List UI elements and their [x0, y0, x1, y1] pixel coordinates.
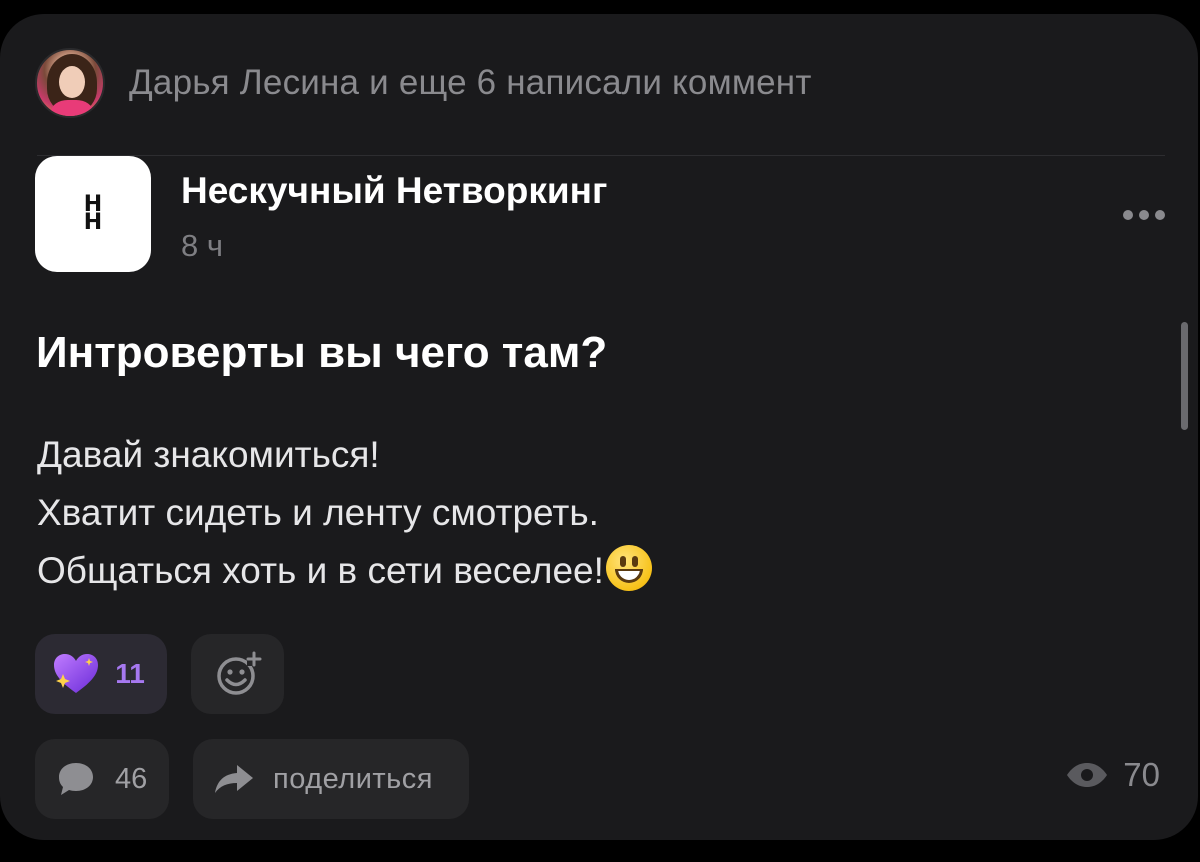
actions-row: 46 поделиться: [35, 739, 469, 819]
comments-button[interactable]: 46: [35, 739, 169, 819]
share-arrow-icon: [215, 765, 253, 793]
add-reaction-icon: [216, 651, 261, 695]
eye-icon: [1067, 763, 1108, 787]
community-logo[interactable]: НН: [35, 156, 151, 272]
post-line: Давай знакомиться!: [37, 434, 380, 475]
author-header: НН Нескучный Нетворкинг 8 ч: [35, 156, 1165, 274]
share-button[interactable]: поделиться: [193, 739, 469, 819]
post-time: 8 ч: [181, 228, 224, 263]
activity-row[interactable]: Дарья Лесина и еще 6 написали коммент: [35, 48, 812, 118]
post-body: Давай знакомиться! Хватит сидеть и ленту…: [37, 426, 1137, 600]
more-options-icon[interactable]: [1123, 210, 1165, 220]
views-count: 70: [1123, 756, 1160, 793]
post-title: Интроверты вы чего там?: [36, 328, 608, 377]
avatar[interactable]: [35, 48, 105, 118]
post-line-last: Общаться хоть и в сети веселее!: [37, 542, 1137, 600]
logo-mark: НН: [83, 192, 103, 235]
smiling-face-emoji: [605, 545, 652, 591]
scrollbar[interactable]: [1181, 322, 1188, 430]
sparkling-heart-icon: [54, 654, 99, 693]
reactions-row: 11: [35, 634, 284, 714]
comments-count: 46: [115, 762, 148, 795]
views-counter: 70: [1065, 756, 1160, 794]
post-line: Общаться хоть и в сети веселее!: [37, 550, 604, 591]
post-card: Дарья Лесина и еще 6 написали коммент НН…: [0, 14, 1198, 840]
heart-reaction-button[interactable]: 11: [35, 634, 167, 714]
comment-bubble-icon: [59, 763, 93, 795]
activity-text: Дарья Лесина и еще 6 написали коммент: [129, 63, 812, 102]
post-line: Хватит сидеть и ленту смотреть.: [37, 492, 599, 533]
add-reaction-button[interactable]: [191, 634, 284, 714]
author-name[interactable]: Нескучный Нетворкинг: [181, 170, 607, 212]
share-label: поделиться: [273, 762, 433, 795]
heart-count: 11: [115, 658, 145, 689]
